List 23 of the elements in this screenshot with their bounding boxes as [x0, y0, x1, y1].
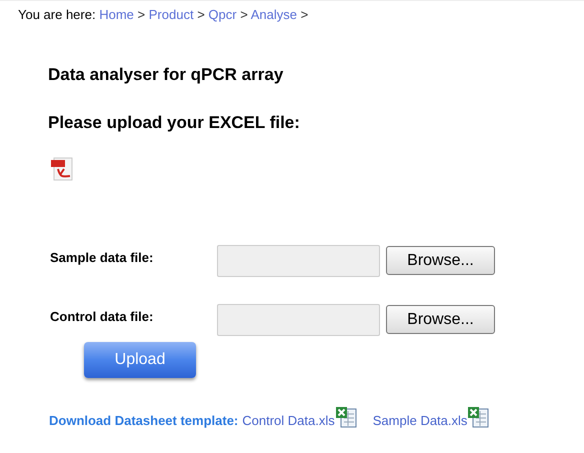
breadcrumb-label: You are here: — [18, 7, 96, 22]
browse-button[interactable]: Browse... — [386, 305, 495, 334]
spreadsheet-icon — [467, 406, 490, 428]
spreadsheet-icon — [334, 406, 357, 428]
file-field[interactable] — [217, 304, 380, 336]
download-link[interactable]: Control Data.xls — [242, 410, 335, 430]
page-title: Data analyser for qPCR array — [48, 64, 284, 86]
breadcrumb-link[interactable]: Product — [148, 7, 194, 22]
browse-button[interactable]: Browse... — [386, 246, 495, 275]
field-label: Control data file: — [50, 308, 154, 326]
field-label: Sample data file: — [50, 249, 154, 267]
breadcrumb-separator: > — [240, 7, 248, 22]
upload-button[interactable]: Upload — [84, 342, 196, 378]
breadcrumb-link[interactable]: Qpcr — [208, 7, 237, 22]
breadcrumb-link[interactable]: Analyse — [250, 7, 297, 22]
download-label: Download Datasheet template: — [49, 412, 238, 430]
breadcrumb-link[interactable]: Home — [99, 7, 134, 22]
file-field[interactable] — [217, 245, 380, 277]
download-link[interactable]: Sample Data.xls — [372, 410, 468, 430]
breadcrumb-separator: > — [300, 7, 308, 22]
breadcrumb-separator: > — [197, 7, 205, 22]
upload-heading: Please upload your EXCEL file: — [48, 112, 301, 134]
breadcrumb-separator: > — [138, 7, 146, 22]
